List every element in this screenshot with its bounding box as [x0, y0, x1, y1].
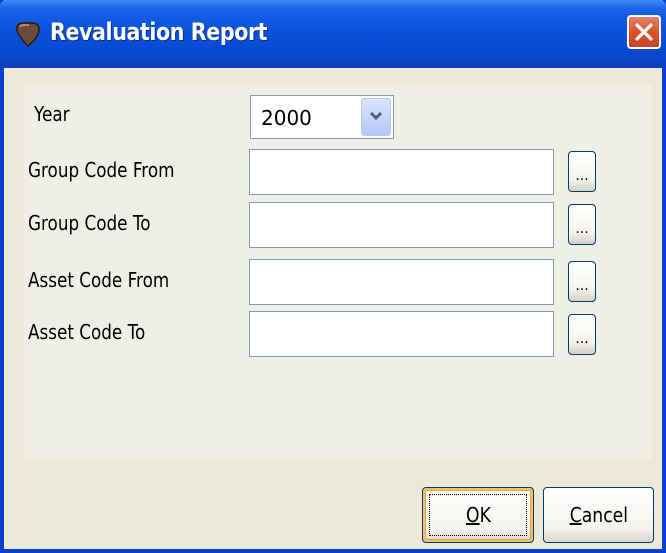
ok-button[interactable]: OK — [422, 487, 534, 543]
year-label: Year — [34, 102, 70, 126]
diamond-app-icon — [14, 20, 42, 48]
group-code-from-browse-button[interactable]: ... — [568, 151, 596, 192]
year-dropdown-button[interactable] — [361, 98, 391, 136]
group-code-from-field[interactable] — [249, 149, 554, 195]
ok-label-rest: K — [479, 503, 491, 527]
cancel-button[interactable]: Cancel — [543, 487, 654, 543]
asset-code-from-browse-button[interactable]: ... — [568, 261, 596, 302]
asset-code-to-browse-button[interactable]: ... — [568, 314, 596, 355]
ok-button-label: OK — [466, 488, 491, 542]
cancel-button-label: Cancel — [569, 488, 627, 542]
year-value: 2000 — [261, 106, 312, 130]
cancel-mnemonic: C — [569, 503, 582, 527]
asset-code-to-field[interactable] — [249, 311, 554, 357]
group-code-to-field[interactable] — [249, 202, 554, 248]
revaluation-report-dialog: Revaluation Report Year 2000 Group Code … — [0, 0, 666, 553]
ok-mnemonic: O — [465, 503, 480, 527]
asset-code-from-field[interactable] — [249, 259, 554, 305]
close-button[interactable] — [627, 15, 661, 49]
year-dropdown[interactable]: 2000 — [250, 95, 394, 139]
group-code-from-label: Group Code From — [28, 158, 175, 182]
window-title: Revaluation Report — [50, 18, 268, 46]
group-code-to-label: Group Code To — [28, 211, 151, 235]
group-code-to-browse-button[interactable]: ... — [568, 204, 596, 245]
asset-code-from-label: Asset Code From — [28, 268, 170, 292]
cancel-label-rest: ancel — [581, 503, 628, 527]
title-bar[interactable]: Revaluation Report — [0, 0, 666, 68]
asset-code-to-label: Asset Code To — [28, 320, 146, 344]
